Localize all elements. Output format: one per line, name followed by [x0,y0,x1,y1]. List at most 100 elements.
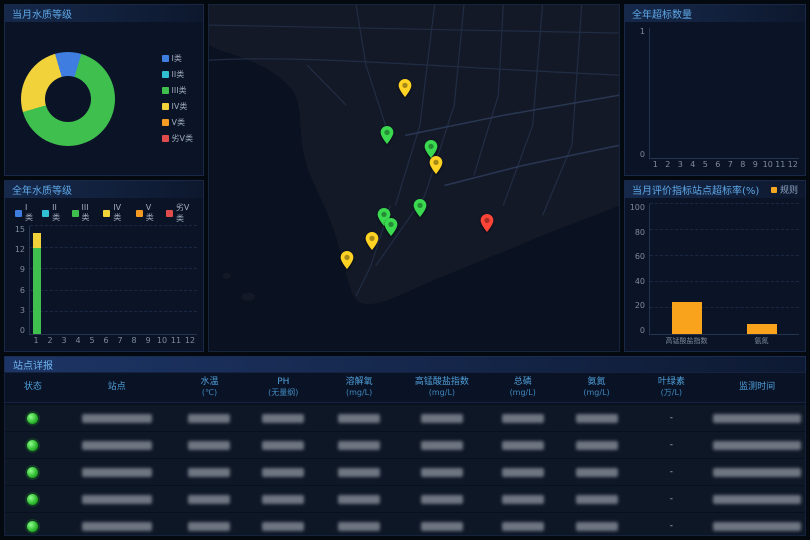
redacted-value [262,441,304,450]
legend-label: V类 [172,117,185,128]
legend-item[interactable]: IV类 [162,101,193,112]
station-pin[interactable] [365,232,378,250]
basemap [209,5,619,351]
exceed-rate-header: 当月评价指标站点超标率(%) 规则 [625,181,805,198]
legend-item[interactable]: 劣V类 [166,202,197,224]
x-tick-label: 4 [687,159,700,171]
exceed-rate-chart[interactable]: 100806040200 高锰酸盐指数氨氮 [631,204,799,347]
station-name-cell [61,414,173,423]
year-bar-slot [183,226,197,334]
redacted-value [188,522,230,531]
exceed-count-xaxis: 123456789101112 [649,159,799,171]
exceed-count-body: 10 123456789101112 [625,22,805,175]
x-tick-label: 5 [85,335,99,347]
year-bar-slot [141,226,155,334]
exceed-rate-yaxis: 100806040200 [631,204,649,335]
exceed-bar-slot [749,28,761,158]
month-quality-donut-chart[interactable] [21,52,115,146]
redacted-value [502,468,544,477]
legend-item[interactable]: II类 [162,69,193,80]
bar-stack [47,226,55,334]
station-pin[interactable] [413,199,426,217]
rate-bar-slot [725,204,800,334]
value-cell [246,495,320,504]
station-detail-section: 站点详报 状态站点水温(℃)PH(无量纲)溶解氧(mg/L)高锰酸盐指数(mg/… [0,352,810,540]
legend-item[interactable]: III类 [162,85,193,96]
column-name: 状态 [24,382,42,393]
column-unit: (mg/L) [583,388,609,398]
y-tick-label: 1 [640,28,645,36]
column-name: 叶绿素 [658,377,685,388]
station-pin[interactable] [341,251,354,269]
legend-item[interactable]: II类 [42,203,64,223]
column-unit: (mg/L) [429,388,455,398]
status-indicator-normal [27,494,38,505]
legend-item[interactable]: V类 [162,117,193,128]
value-cell [173,522,247,531]
exceed-bar-slot [787,28,799,158]
value-cell [173,468,247,477]
chlorophyll-cell: - [633,467,709,477]
legend-swatch [103,210,110,217]
exceed-bar-slot [737,28,749,158]
year-bar-slot [155,226,169,334]
station-map[interactable] [208,4,620,352]
year-quality-panel: 全年水质等级 I类II类III类IV类V类劣V类 15129630 123456… [4,180,204,352]
redacted-value [82,468,152,477]
year-quality-header: 全年水质等级 [5,181,203,198]
station-pin[interactable] [398,79,411,97]
station-pin[interactable] [481,214,494,232]
legend-item[interactable]: III类 [72,203,97,223]
rate-bar [747,324,777,334]
redacted-value [421,495,463,504]
top-section: 当月水质等级 I类II类III类IV类V类劣V类 全年水质等级 I类II类III… [0,0,810,352]
x-tick-label: 2 [43,335,57,347]
legend-swatch [42,210,49,217]
redacted-value [188,468,230,477]
chlorophyll-cell: - [633,413,709,423]
value-cell [398,495,486,504]
table-row[interactable]: - [5,513,805,535]
exceed-count-chart[interactable]: 10 123456789101112 [631,28,799,171]
x-tick-label: 7 [724,159,737,171]
x-tick-label: 10 [155,335,169,347]
x-tick-label: 高锰酸盐指数 [649,335,724,347]
exceed-rate-title: 当月评价指标站点超标率(%) [632,182,759,197]
year-quality-yaxis: 15129630 [11,226,29,335]
rule-legend-toggle[interactable]: 规则 [771,183,798,196]
table-row[interactable]: - [5,486,805,512]
y-tick-label: 0 [640,327,645,335]
table-row[interactable]: - [5,405,805,431]
legend-item[interactable]: I类 [15,203,35,223]
year-quality-xaxis: 123456789101112 [29,335,197,347]
column-header-7: 氨氮(mg/L) [560,377,634,398]
legend-item[interactable]: IV类 [103,203,129,223]
value-cell [486,441,560,450]
column-header-4: 溶解氧(mg/L) [320,377,398,398]
table-row[interactable]: - [5,432,805,458]
month-quality-legend: I类 II类 III类 IV类 V类劣V类 [162,53,193,144]
legend-swatch [162,55,169,62]
legend-item[interactable]: V类 [136,203,159,223]
left-column: 当月水质等级 I类II类III类IV类V类劣V类 全年水质等级 I类II类III… [4,4,204,352]
legend-item[interactable]: I类 [162,53,193,64]
x-tick-label: 11 [169,335,183,347]
bar-segment [33,233,41,247]
y-tick-label: 3 [20,307,25,315]
column-unit: (℃) [202,388,217,398]
legend-swatch [72,210,79,217]
station-pin[interactable] [429,156,442,174]
year-quality-chart[interactable]: 15129630 123456789101112 [11,226,197,347]
exceed-count-plotwrap: 123456789101112 [649,28,799,171]
table-row[interactable]: - [5,459,805,485]
rate-bar-slot [650,204,725,334]
station-pin[interactable] [380,126,393,144]
legend-swatch [166,210,173,217]
year-bar-slot [127,226,141,334]
legend-item[interactable]: 劣V类 [162,133,193,144]
y-tick-label: 15 [15,226,25,234]
station-pin[interactable] [384,218,397,236]
column-header-1: 站点 [61,382,173,393]
monitor-time-cell [709,495,805,504]
rate-bar [672,302,702,335]
